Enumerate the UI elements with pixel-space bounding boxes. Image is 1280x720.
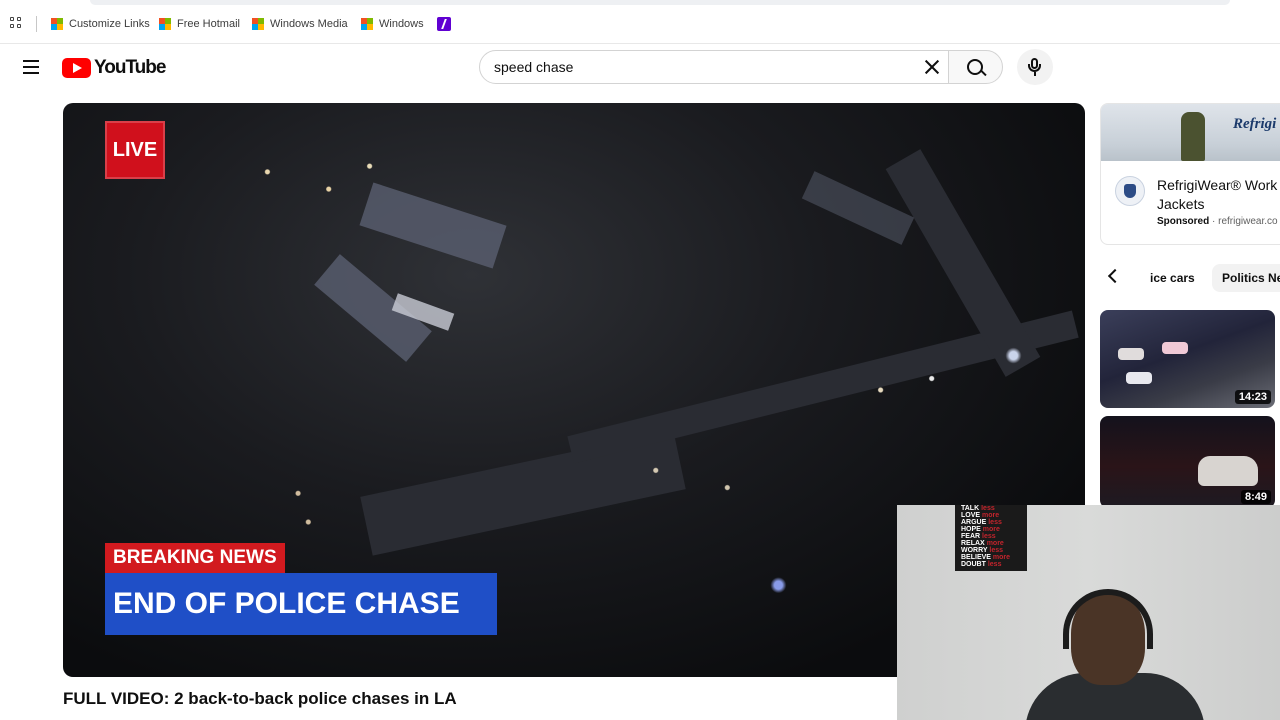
webcam-overlay: TALK less LOVE more ARGUE less HOPE more… <box>897 505 1280 720</box>
microsoft-logo-icon <box>51 18 63 30</box>
microphone-icon-base <box>1028 64 1041 72</box>
advertiser-avatar[interactable] <box>1115 176 1145 206</box>
poster-word: RELAX <box>961 540 985 547</box>
bookmark-label: Windows Media <box>270 18 348 30</box>
poster-word: ARGUE <box>961 519 987 526</box>
breaking-news-banner: BREAKING NEWS <box>105 543 285 573</box>
search-button[interactable] <box>948 50 1003 84</box>
microsoft-logo-icon <box>159 18 171 30</box>
scene-car <box>1162 342 1188 354</box>
bookmark-label: Windows <box>379 18 424 30</box>
bookmark-windows-media[interactable]: Windows Media <box>252 16 348 32</box>
news-headline-banner: END OF POLICE CHASE <box>105 573 497 635</box>
ad-title[interactable]: RefrigiWear® Work Jackets <box>1157 176 1280 214</box>
bookmark-windows[interactable]: Windows <box>361 16 424 32</box>
poster-word: LOVE <box>961 512 981 519</box>
bookmark-label: Customize Links <box>69 18 150 30</box>
microsoft-logo-icon <box>252 18 264 30</box>
video-duration: 8:49 <box>1240 490 1271 504</box>
poster-word: TALK <box>961 505 980 512</box>
poster-word: less <box>982 533 996 540</box>
bookmarks-bar: Customize Links Free Hotmail Windows Med… <box>0 0 1280 44</box>
poster-word: more <box>982 512 1000 519</box>
bookmark-free-hotmail[interactable]: Free Hotmail <box>159 16 240 32</box>
poster-word: less <box>988 519 1002 526</box>
search-icon <box>967 59 983 75</box>
microphone-icon-stem <box>1034 72 1036 76</box>
poster-word: more <box>986 540 1004 547</box>
sponsored-label: Sponsored <box>1157 216 1210 227</box>
headset-icon <box>1063 589 1153 649</box>
filter-chip[interactable]: Politics Ne <box>1212 264 1280 292</box>
microsoft-logo-icon <box>361 18 373 30</box>
poster-word: WORRY <box>961 547 988 554</box>
menu-icon[interactable] <box>23 60 39 74</box>
related-video-thumbnail[interactable]: 8:49 <box>1100 416 1275 508</box>
yahoo-icon[interactable] <box>437 17 451 31</box>
ad-sponsored-line: Sponsored · refrigiwear.co <box>1157 216 1278 227</box>
poster-word: BELIEVE <box>961 554 991 561</box>
filter-chips-row: ice cars Politics Ne <box>1100 262 1280 294</box>
tab-strip-edge <box>90 0 1230 5</box>
chevron-left-icon[interactable] <box>1107 268 1123 284</box>
ad-brand-logo: Refrigi <box>1233 116 1277 132</box>
poster-word: less <box>987 561 1002 568</box>
search-input[interactable]: speed chase <box>479 50 949 84</box>
bookmark-label: Free Hotmail <box>177 18 240 30</box>
ad-banner-image[interactable]: Refrigi <box>1101 104 1280 161</box>
sponsored-ad-card[interactable]: Refrigi RefrigiWear® Work Jackets Sponso… <box>1100 103 1280 245</box>
scene-car <box>1198 456 1258 486</box>
poster-word: less <box>989 547 1004 554</box>
search-icon-handle <box>980 69 987 77</box>
filter-chip[interactable]: ice cars <box>1138 264 1199 292</box>
scene-car <box>1126 372 1152 384</box>
voice-search-button[interactable] <box>1017 49 1053 85</box>
ad-model-figure <box>1181 112 1205 161</box>
poster-word: HOPE <box>961 526 981 533</box>
live-badge: LIVE <box>105 121 165 179</box>
youtube-wordmark[interactable]: YouTube <box>94 57 166 79</box>
bookmark-customize-links[interactable]: Customize Links <box>51 16 150 32</box>
poster-word: more <box>992 554 1011 561</box>
poster-word: more <box>982 526 1000 533</box>
video-title: FULL VIDEO: 2 back-to-back police chases… <box>63 689 457 708</box>
poster-word: DOUBT <box>961 561 986 568</box>
poster-text: TALK less LOVE more ARGUE less HOPE more… <box>961 505 1010 568</box>
video-duration: 14:23 <box>1234 390 1271 404</box>
bookmarks-separator <box>36 16 37 32</box>
scene-car <box>1118 348 1144 360</box>
youtube-header: YouTube speed chase <box>0 44 1280 92</box>
poster-word: FEAR <box>961 533 981 540</box>
search-input-value[interactable]: speed chase <box>494 59 573 75</box>
youtube-logo-icon[interactable] <box>62 58 91 78</box>
clear-search-icon[interactable] <box>924 59 940 75</box>
ad-domain: refrigiwear.co <box>1218 216 1278 227</box>
apps-grid-icon[interactable] <box>10 17 24 31</box>
related-video-thumbnail[interactable]: 14:23 <box>1100 310 1275 408</box>
poster-word: less <box>981 505 995 512</box>
